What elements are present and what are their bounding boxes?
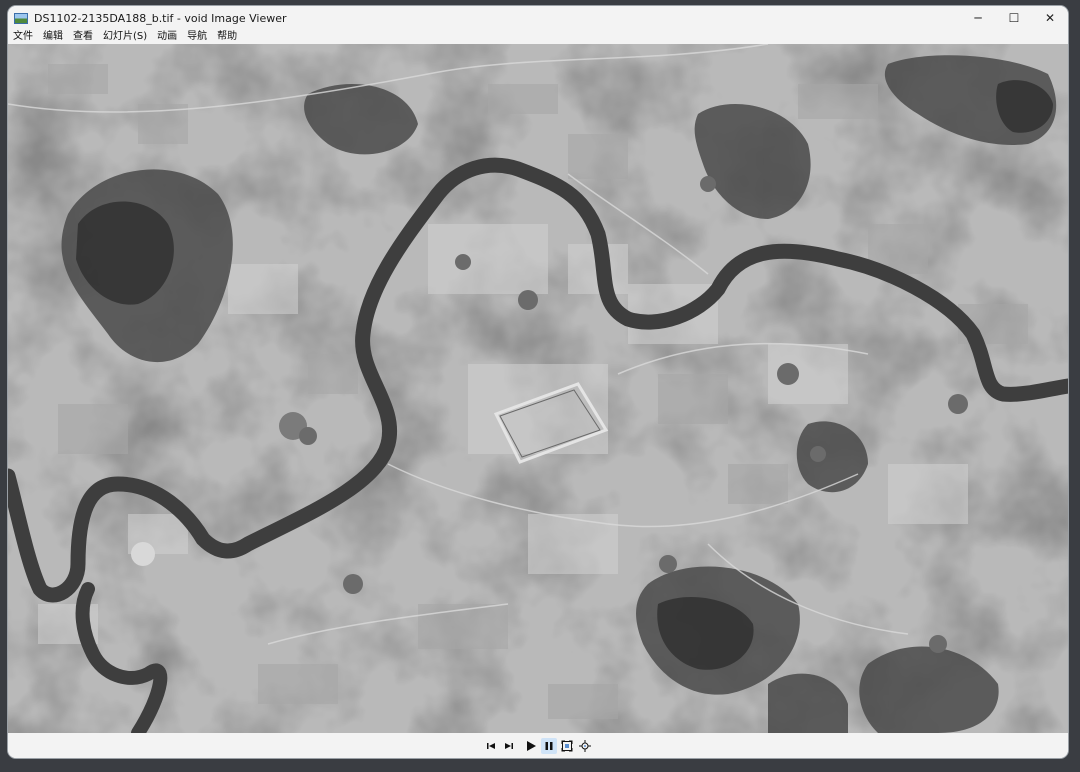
- first-frame-icon: [487, 742, 495, 749]
- last-frame-button[interactable]: [501, 738, 517, 754]
- menu-help[interactable]: 帮助: [212, 30, 242, 44]
- maximize-icon: ☐: [1008, 11, 1020, 25]
- menu-slideshow[interactable]: 幻灯片(S): [98, 30, 152, 44]
- minimize-icon: ─: [974, 11, 982, 25]
- app-window: DS1102-2135DA188_b.tif - void Image View…: [8, 6, 1068, 758]
- menu-bar: 文件 编辑 查看 幻灯片(S) 动画 导航 帮助: [8, 30, 1068, 44]
- window-title: DS1102-2135DA188_b.tif - void Image View…: [34, 11, 287, 25]
- fit-window-button[interactable]: [559, 738, 575, 754]
- pause-icon: [545, 741, 553, 750]
- image-viewport[interactable]: [8, 44, 1068, 733]
- minimize-button[interactable]: ─: [960, 6, 996, 30]
- first-frame-button[interactable]: [483, 738, 499, 754]
- center-icon: [579, 739, 591, 752]
- playback-toolbar: [8, 733, 1068, 758]
- last-frame-icon: [505, 742, 513, 749]
- close-button[interactable]: ✕: [1032, 6, 1068, 30]
- menu-navigate[interactable]: 导航: [182, 30, 212, 44]
- close-icon: ✕: [1044, 11, 1056, 25]
- app-icon: [14, 12, 28, 24]
- pause-button[interactable]: [541, 737, 557, 754]
- play-icon: [527, 740, 536, 751]
- menu-animation[interactable]: 动画: [152, 30, 182, 44]
- play-button[interactable]: [523, 738, 539, 754]
- window-controls: ─ ☐ ✕: [960, 6, 1068, 30]
- menu-edit[interactable]: 编辑: [38, 30, 68, 44]
- satellite-image: [8, 44, 1068, 733]
- maximize-button[interactable]: ☐: [996, 6, 1032, 30]
- title-bar[interactable]: DS1102-2135DA188_b.tif - void Image View…: [8, 6, 1068, 30]
- menu-view[interactable]: 查看: [68, 30, 98, 44]
- menu-file[interactable]: 文件: [8, 30, 38, 44]
- fit-window-icon: [561, 740, 573, 751]
- center-button[interactable]: [577, 738, 593, 754]
